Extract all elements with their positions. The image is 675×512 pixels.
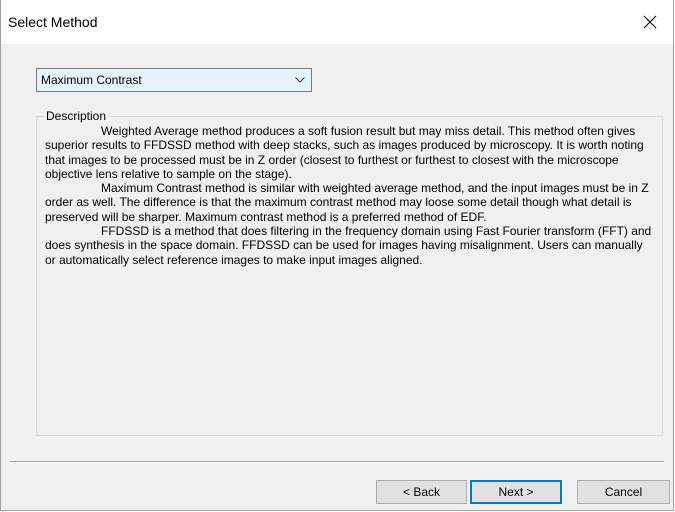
select-method-dialog: Select Method Maximum Contrast Descripti… [0,0,674,511]
description-paragraph-ffdssd: FFDSSD is a method that does filtering i… [45,224,652,267]
description-legend: Description [44,109,109,123]
chevron-down-icon [295,77,305,83]
title-bar: Select Method [1,0,673,44]
cancel-button[interactable]: Cancel [577,480,670,504]
description-text: Weighted Average method produces a soft … [45,124,653,267]
close-button[interactable] [627,0,673,44]
back-button[interactable]: < Back [376,480,467,504]
method-dropdown-value: Maximum Contrast [41,73,142,87]
description-paragraph-weighted-average: Weighted Average method produces a soft … [45,124,644,181]
close-icon [643,15,657,29]
method-dropdown[interactable]: Maximum Contrast [36,68,312,92]
window-title: Select Method [8,14,98,30]
description-group: Description Weighted Average method prod… [36,109,663,436]
next-button[interactable]: Next > [470,480,562,504]
footer-separator [10,461,664,463]
description-paragraph-maximum-contrast: Maximum Contrast method is similar with … [45,181,649,224]
